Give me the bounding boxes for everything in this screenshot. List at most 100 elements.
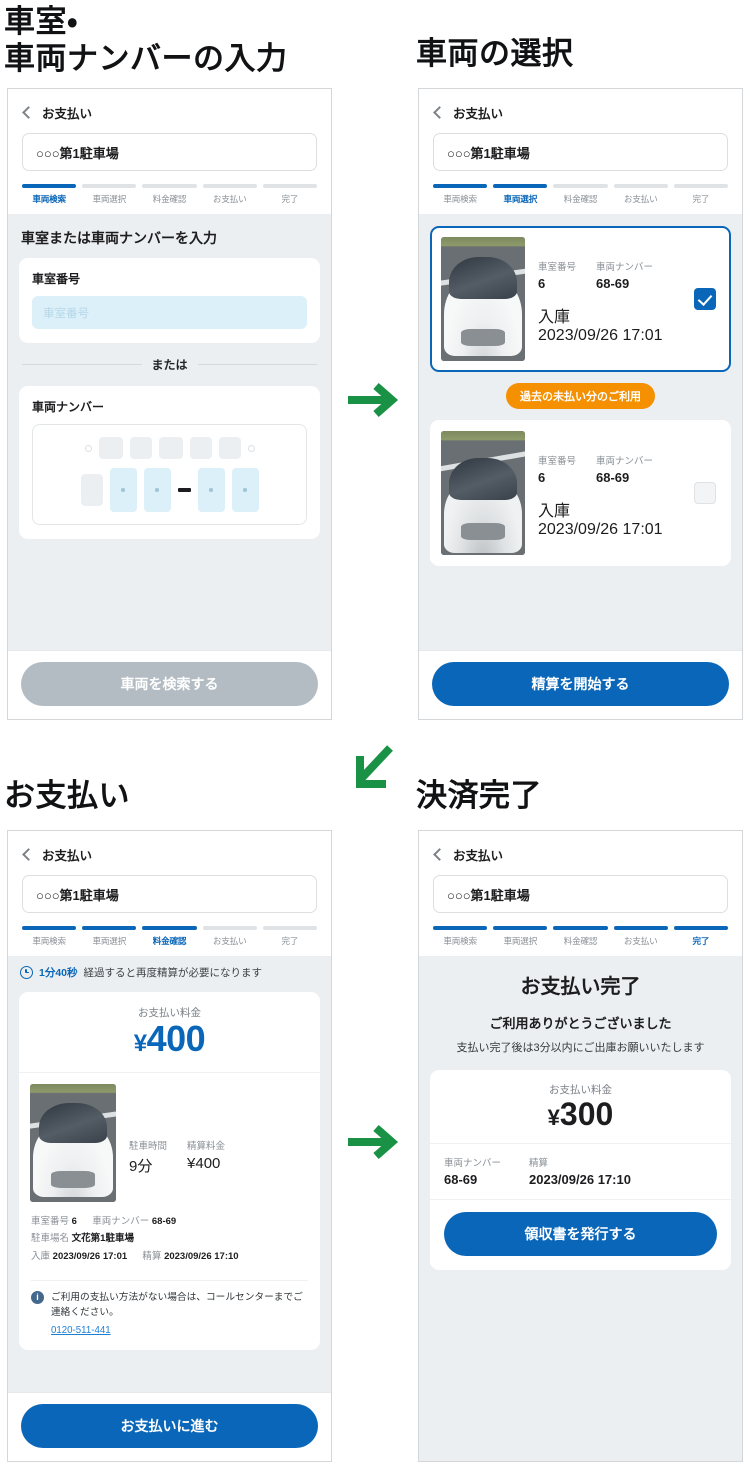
- panel3-body: お支払い料金 ¥400 駐車時間 9分 精算料金 ¥400 車室番号 6 車両ナ…: [8, 988, 331, 1392]
- checkbox-wrap[interactable]: [694, 237, 720, 361]
- step-2[interactable]: 車両選択: [82, 184, 137, 205]
- timer-value: 1分40秒: [39, 967, 78, 979]
- step-2-label: 車両選択: [503, 936, 538, 946]
- vehicle-checkbox-unchecked[interactable]: [694, 482, 716, 504]
- charge-value: ¥400: [187, 1154, 221, 1172]
- step-2[interactable]: 車両選択: [82, 926, 137, 947]
- step-4[interactable]: お支払い: [613, 926, 668, 947]
- step-5[interactable]: 完了: [673, 926, 729, 947]
- step-1[interactable]: 車両検索: [22, 184, 77, 205]
- step-3-bar: [142, 926, 197, 930]
- plate-digit-4[interactable]: [231, 468, 259, 512]
- back-chevron-icon[interactable]: [433, 847, 446, 861]
- panel2-header: お支払い ○○○第1駐車場 車両検索 車両選択 料金確認 お支払い 完了: [419, 89, 742, 214]
- detail-room-key: 車室番号: [31, 1215, 70, 1227]
- step-4[interactable]: お支払い: [613, 184, 668, 205]
- plate-top-row: [42, 435, 297, 461]
- room-number-input[interactable]: 車室番号: [32, 296, 307, 329]
- step-4[interactable]: お支払い: [202, 184, 257, 205]
- step-4-bar: [613, 926, 668, 930]
- plate-number-card: 車両ナンバー: [19, 386, 320, 539]
- step-4-bar: [202, 926, 257, 930]
- panel2-footer: 精算を開始する: [419, 650, 742, 719]
- receipt-yen-symbol: ¥: [547, 1105, 560, 1130]
- step-5[interactable]: 完了: [262, 926, 318, 947]
- receipt-summary: お支払い料金 ¥300: [430, 1070, 731, 1145]
- back-row-2[interactable]: お支払い: [433, 101, 728, 123]
- back-row-3[interactable]: お支払い: [22, 843, 317, 865]
- step-4-bar: [613, 184, 668, 188]
- checkbox-wrap[interactable]: [694, 431, 720, 555]
- plate-bottom-row: [42, 468, 297, 512]
- step-3[interactable]: 料金確認: [142, 926, 197, 947]
- back-row-4[interactable]: お支払い: [433, 843, 728, 865]
- plate-class-box-2[interactable]: [189, 437, 212, 459]
- step-2[interactable]: 車両選択: [493, 184, 548, 205]
- start-settlement-button[interactable]: 精算を開始する: [432, 662, 729, 706]
- plate-bolt-right-icon: [247, 444, 255, 452]
- panel1-footer: 車両を検索する: [8, 650, 331, 719]
- plate-digit-1[interactable]: [109, 468, 137, 512]
- plate-class-box-1[interactable]: [158, 437, 183, 459]
- unpaid-badge: 過去の未払い分のご利用: [506, 383, 655, 409]
- room-number-block: 車室番号 6: [538, 453, 580, 485]
- fee-yen-symbol: ¥: [133, 1030, 147, 1057]
- fee-amount-value: 400: [146, 1018, 206, 1059]
- completion-thanks: ご利用ありがとうございました: [489, 1016, 672, 1031]
- entry-time-key: 入庫: [538, 503, 571, 520]
- vehicle-card-unselected[interactable]: 車室番号 6 車両ナンバー 68-69 入庫 2023/09/26 17:01: [430, 420, 731, 566]
- step-5-bar: [262, 184, 318, 188]
- search-vehicle-button[interactable]: 車両を検索する: [21, 662, 318, 706]
- arrow-right-icon-2: [348, 1124, 399, 1160]
- plate-bolt-left-icon: [84, 444, 92, 452]
- step-2-label: 車両選択: [503, 194, 538, 204]
- back-chevron-icon[interactable]: [22, 105, 35, 119]
- call-center-phone-link[interactable]: 0120-511-441: [51, 1323, 308, 1339]
- step-5[interactable]: 完了: [262, 184, 318, 205]
- issue-receipt-button[interactable]: 領収書を発行する: [444, 1212, 717, 1257]
- back-label: お支払い: [453, 848, 504, 863]
- plate-region-box-2[interactable]: [129, 437, 152, 459]
- or-separator: または: [22, 356, 318, 373]
- vehicle-checkbox-checked[interactable]: [694, 288, 716, 310]
- back-chevron-icon[interactable]: [433, 105, 446, 119]
- step-2[interactable]: 車両選択: [493, 926, 548, 947]
- step-1-bar: [433, 926, 488, 930]
- back-row[interactable]: お支払い: [22, 101, 317, 123]
- panel1-body: 車室または車両ナンバーを入力 車室番号 車室番号 または 車両ナンバー: [8, 214, 331, 650]
- step-1-label: 車両検索: [32, 936, 66, 946]
- lot-name-field[interactable]: ○○○第1駐車場: [433, 875, 728, 913]
- vehicle-card-selected[interactable]: 車室番号 6 車両ナンバー 68-69 入庫 2023/09/26 17:01: [430, 226, 731, 372]
- receipt-amount-value: 300: [559, 1096, 614, 1132]
- lot-name-field[interactable]: ○○○第1駐車場: [433, 133, 728, 171]
- panel3-header: お支払い ○○○第1駐車場 車両検索 車両選択 料金確認 お支払い 完了: [8, 831, 331, 956]
- back-chevron-icon[interactable]: [22, 847, 35, 861]
- plate-class-box-3[interactable]: [218, 437, 241, 459]
- plate-number-value: 68-69: [596, 276, 630, 291]
- plate-kana-box[interactable]: [80, 474, 103, 506]
- step-1[interactable]: 車両検索: [22, 926, 77, 947]
- step-3[interactable]: 料金確認: [553, 926, 608, 947]
- lot-name-field[interactable]: ○○○第1駐車場: [22, 133, 317, 171]
- fee-vehicle-row: 駐車時間 9分 精算料金 ¥400: [19, 1073, 320, 1210]
- car-grille: [461, 522, 505, 541]
- step-3[interactable]: 料金確認: [553, 184, 608, 205]
- plate-digit-2[interactable]: [143, 468, 171, 512]
- step-1[interactable]: 車両検索: [433, 926, 488, 947]
- step-4[interactable]: お支払い: [202, 926, 257, 947]
- step-1[interactable]: 車両検索: [433, 184, 488, 205]
- detail-lot-value: 文花第1駐車場: [71, 1233, 134, 1245]
- step-5[interactable]: 完了: [673, 184, 729, 205]
- timer-text: 経過すると再度精算が必要になります: [83, 967, 263, 979]
- proceed-to-payment-button[interactable]: お支払いに進む: [21, 1404, 318, 1448]
- step-3[interactable]: 料金確認: [142, 184, 197, 205]
- fee-summary: お支払い料金 ¥400: [19, 992, 320, 1073]
- room-number-placeholder: 車室番号: [43, 307, 89, 320]
- lot-name-text: ○○○第1駐車場: [36, 145, 119, 161]
- plate-region-box-1[interactable]: [98, 437, 123, 459]
- plate-digit-3[interactable]: [197, 468, 225, 512]
- panel4-header: お支払い ○○○第1駐車場 車両検索 車両選択 料金確認 お支払い 完了: [419, 831, 742, 956]
- lot-name-field[interactable]: ○○○第1駐車場: [22, 875, 317, 913]
- info-icon: i: [31, 1290, 44, 1304]
- plate-widget[interactable]: [32, 424, 307, 525]
